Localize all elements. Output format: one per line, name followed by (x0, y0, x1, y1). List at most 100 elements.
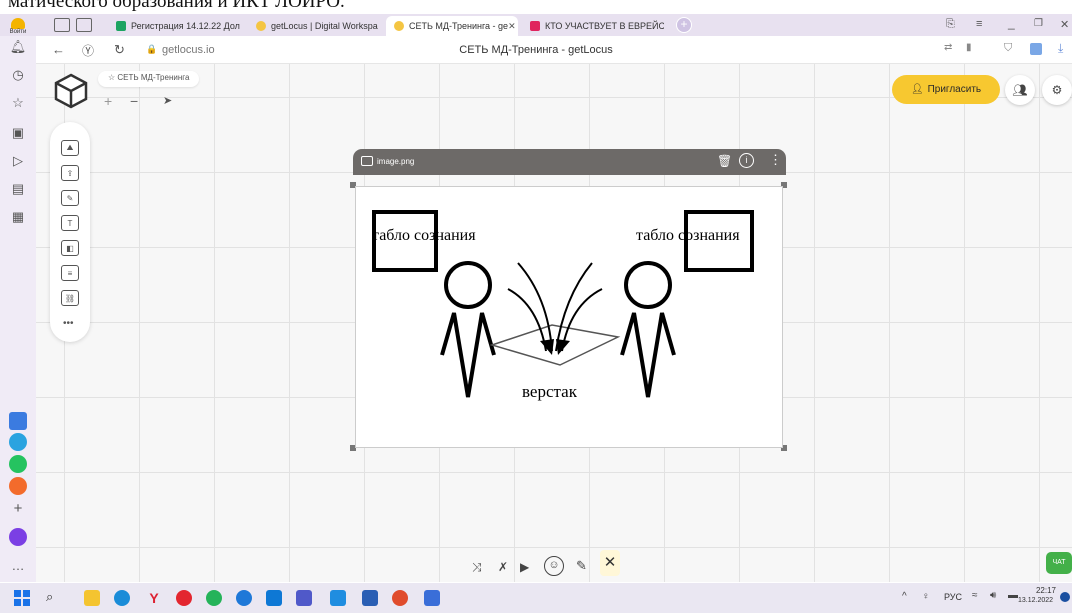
more-tools-icon[interactable]: ••• (63, 318, 74, 329)
yandex-icon[interactable] (176, 590, 192, 606)
tab-label: Регистрация 14.12.22 Дол (131, 21, 240, 31)
invite-label: Пригласить (927, 84, 982, 95)
tools-icon[interactable]: ✕ (600, 550, 620, 576)
image-toolbar: image.png 🗑︎ i ⋮ (353, 149, 786, 175)
close-icon[interactable]: ✕ (508, 21, 516, 32)
whatsapp-icon[interactable] (206, 590, 222, 606)
collections-icon[interactable]: ⎘ (946, 18, 955, 31)
star-icon[interactable]: ☆ (9, 94, 27, 112)
taskbar: ⌕ Y ^ ♀ РУС ≈ 🔊︎ ▬ 22:17 13.12.2022 (0, 583, 1072, 613)
sliders-icon: ⚙ (1051, 83, 1063, 97)
invite-button[interactable]: 👤︎ Пригласить (892, 75, 1000, 104)
wifi-icon[interactable]: ≈ (972, 590, 978, 601)
mail-icon[interactable] (9, 412, 27, 430)
locus-icon (256, 21, 266, 31)
tool-panel: ⛰ ⇪ ✎ T ◧ ≡ ⛓ ••• (50, 122, 90, 342)
pointer-off-icon[interactable]: ⤨ (472, 560, 482, 575)
notes-icon[interactable]: ▦ (9, 208, 27, 226)
app-icon[interactable] (392, 590, 408, 606)
note-tool-icon[interactable]: ≡ (61, 265, 79, 281)
label-right: табло сознания (636, 227, 740, 244)
sticker-tool-icon[interactable]: ◧ (61, 240, 79, 256)
pen-icon[interactable]: ✎ (576, 558, 587, 574)
locus-logo[interactable] (52, 72, 90, 110)
battery-icon[interactable]: ▬ (1008, 590, 1018, 601)
extension-icon[interactable] (1030, 43, 1042, 55)
text-tool-icon[interactable]: T (61, 215, 79, 231)
teams-icon[interactable] (296, 590, 312, 606)
participants-button[interactable]: 👥︎ (1005, 75, 1035, 105)
add-icon[interactable]: + (9, 499, 27, 517)
browser-sidebar: 🔔︎ ◷ ☆ ▣ ▷ ▤ ▦ + … (0, 36, 36, 582)
translate-icon[interactable]: ⇄ (944, 42, 952, 53)
label-bottom: верстак (522, 382, 578, 401)
navigate-icon[interactable]: ➤ (163, 94, 172, 107)
youtube-icon (530, 21, 540, 31)
new-tab-icon[interactable] (76, 18, 92, 32)
history-icon[interactable]: ◷ (9, 66, 27, 84)
mic-off-icon[interactable]: ✗ (498, 560, 508, 574)
yandex-browser-icon[interactable]: Y (146, 590, 162, 606)
word-icon[interactable] (362, 590, 378, 606)
minimize-icon[interactable]: _ (1008, 16, 1015, 30)
tab-active[interactable]: СЕТЬ МД-Тренинга - ge ✕ (386, 16, 518, 36)
settings-button[interactable]: ⚙ (1042, 75, 1072, 105)
menu-icon[interactable]: ≡ (976, 18, 982, 30)
mic-icon[interactable]: ♀ (922, 591, 930, 602)
bell-icon[interactable]: 🔔︎ (9, 38, 27, 56)
trash-icon[interactable]: 🗑︎ (717, 154, 732, 168)
home-tab-icon[interactable] (54, 18, 70, 32)
zoom-in-button[interactable]: + (104, 93, 112, 109)
gallery-icon[interactable]: ▣ (9, 124, 27, 142)
telegram-icon[interactable] (9, 433, 27, 451)
breadcrumb[interactable]: ☆ СЕТЬ МД-Тренинга (98, 71, 200, 87)
volume-icon[interactable]: 🔊︎ (990, 590, 996, 601)
chevron-up-icon[interactable]: ^ (902, 591, 907, 602)
language-indicator[interactable]: РУС (944, 592, 962, 602)
edge-icon[interactable] (114, 590, 130, 606)
info-icon[interactable]: i (739, 153, 754, 168)
logo-icon (54, 73, 88, 109)
emoji-icon[interactable]: ☺ (544, 556, 564, 576)
image-content[interactable]: табло сознания табло сознания верстак (355, 186, 783, 448)
tab-youtube[interactable]: КТО УЧАСТВУЕТ В ЕВРЕЙС (522, 16, 664, 36)
image-filename: image.png (377, 157, 415, 166)
bookmark-icon[interactable]: ▮ (966, 42, 972, 53)
protect-icon[interactable]: ⛉ (1004, 42, 1012, 55)
screen: матического образования и ИКТ ЛОИРО. Вой… (0, 0, 1072, 613)
tab-registration[interactable]: Регистрация 14.12.22 Дол (108, 16, 244, 36)
upload-tool-icon[interactable]: ⇪ (61, 165, 79, 181)
sheets-icon (116, 21, 126, 31)
restore-icon[interactable]: ❐ (1034, 18, 1043, 29)
tab-getlocus[interactable]: getLocus | Digital Workspa (248, 16, 382, 36)
telegram-icon[interactable] (236, 590, 252, 606)
new-tab-button[interactable]: + (676, 17, 692, 33)
image-tool-icon[interactable]: ⛰ (61, 140, 79, 156)
notification-icon[interactable] (1060, 592, 1070, 602)
camera-off-icon[interactable]: ▶︎ (520, 560, 529, 574)
download-icon[interactable]: ⤓ (1058, 41, 1063, 56)
profile-button[interactable]: Войти (2, 16, 34, 36)
explorer-icon[interactable] (84, 590, 100, 606)
calendar-icon[interactable]: ▤ (9, 180, 27, 198)
alice-icon[interactable] (9, 528, 27, 546)
window-close-icon[interactable]: ✕ (1060, 18, 1069, 31)
skype-icon[interactable] (266, 590, 282, 606)
whatsapp-icon[interactable] (9, 455, 27, 473)
search-icon[interactable]: ⌕ (46, 589, 53, 605)
clock-date[interactable]: 13.12.2022 (1018, 597, 1053, 604)
more-menu-icon[interactable]: ⋮ (769, 152, 782, 168)
clock-time[interactable]: 22:17 (1026, 586, 1056, 595)
more-icon[interactable]: … (9, 556, 27, 574)
app-icon[interactable] (9, 477, 27, 495)
mail-icon[interactable] (330, 590, 346, 606)
start-icon[interactable] (14, 590, 30, 606)
zoom-out-button[interactable]: − (130, 93, 138, 109)
play-icon[interactable]: ▷ (9, 152, 27, 170)
link-tool-icon[interactable]: ⛓ (61, 290, 79, 306)
chat-button[interactable]: ЧАТ (1046, 552, 1072, 574)
page-title: СЕТЬ МД-Тренинга - getLocus (459, 44, 613, 56)
draw-tool-icon[interactable]: ✎ (61, 190, 79, 206)
photos-icon[interactable] (424, 590, 440, 606)
locus-icon (394, 21, 404, 31)
